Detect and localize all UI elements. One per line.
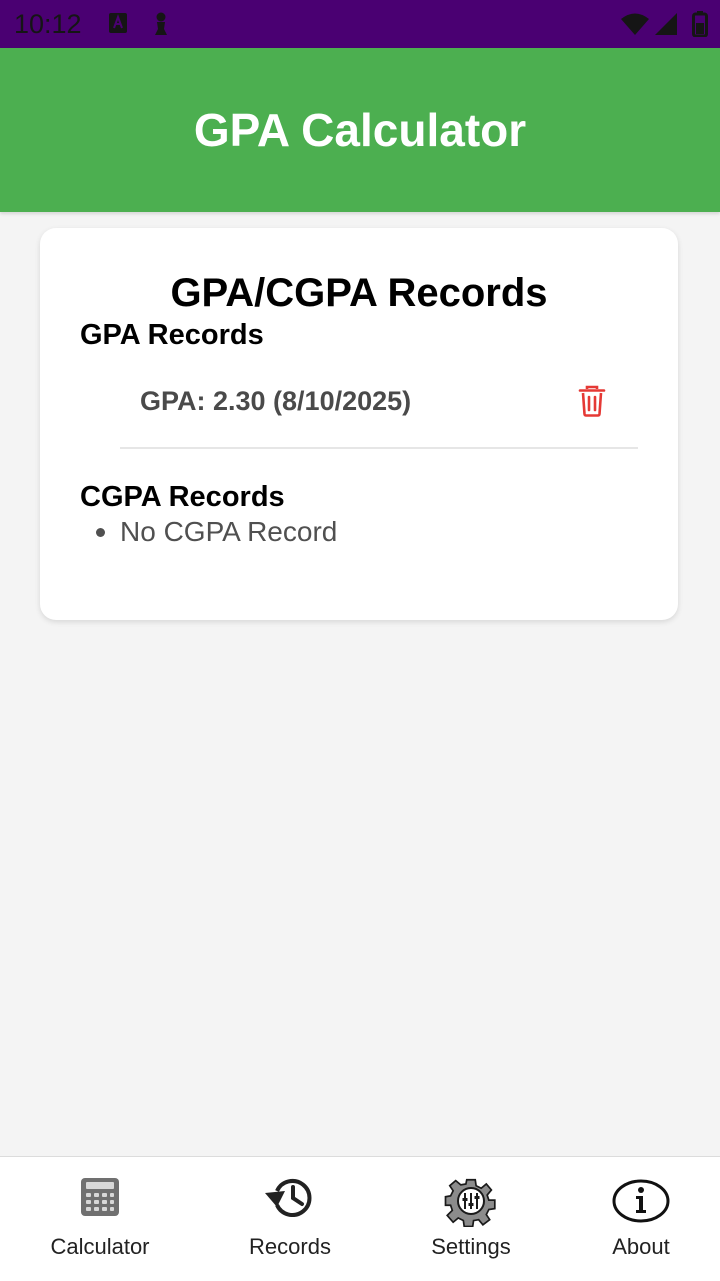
list-item: No CGPA Record [96, 514, 337, 550]
nav-item-settings[interactable]: Settings [381, 1157, 561, 1281]
nav-label-settings: Settings [431, 1234, 511, 1259]
status-time: 10:12 [14, 9, 82, 39]
settings-gear-icon [444, 1178, 496, 1227]
records-card: GPA/CGPA Records GPA Records GPA: 2.30 (… [40, 228, 678, 620]
status-bar: 10:12 [0, 0, 720, 48]
bullet-icon [96, 528, 105, 537]
cgpa-records-heading: CGPA Records [80, 481, 285, 513]
row-divider [120, 447, 638, 449]
nav-label-calculator: Calculator [50, 1234, 150, 1259]
records-card-title: GPA/CGPA Records [170, 271, 548, 315]
app-title: GPA Calculator [193, 104, 527, 156]
nav-label-about: About [612, 1234, 670, 1259]
nav-item-calculator[interactable]: Calculator [10, 1157, 190, 1281]
battery-icon [692, 11, 708, 37]
nav-item-records[interactable]: Records [200, 1157, 380, 1281]
cellular-signal-icon [655, 13, 677, 35]
calculator-icon [81, 1178, 119, 1216]
wifi-icon [621, 13, 649, 35]
cgpa-empty-text: No CGPA Record [120, 516, 338, 547]
gpa-records-heading: GPA Records [80, 319, 264, 351]
gpa-record-row: GPA: 2.30 (8/10/2025) [120, 384, 638, 450]
app-bar: GPA Calculator [0, 48, 720, 212]
cgpa-records-list: No CGPA Record [96, 514, 337, 550]
notification-pawn-icon [155, 12, 167, 35]
bottom-navigation: Calculator Records Settings About [0, 1156, 720, 1281]
history-icon [265, 1179, 312, 1217]
gpa-record-text: GPA: 2.30 (8/10/2025) [140, 386, 412, 416]
trash-icon[interactable] [578, 385, 606, 417]
nav-item-about[interactable]: About [551, 1157, 720, 1281]
nav-label-records: Records [249, 1234, 331, 1259]
notification-a-icon [109, 13, 127, 33]
info-icon [612, 1179, 670, 1223]
